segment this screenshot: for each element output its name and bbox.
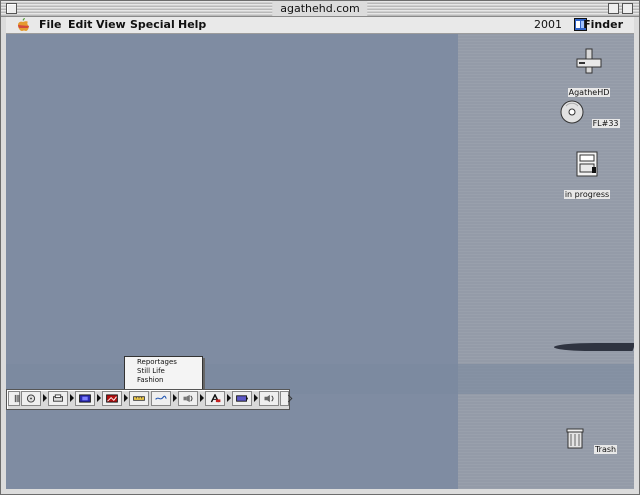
font-icon [210,394,221,403]
menu-edit[interactable]: Edit [68,18,92,32]
image-arrow[interactable] [124,394,128,402]
title-bar[interactable]: agathehd.com [1,1,639,17]
desktop-icon-label: AgatheHD [567,88,611,97]
popup-item-reportages[interactable]: Reportages [125,358,202,367]
desktop-icon-agathehd[interactable]: AgatheHD [554,48,624,99]
application-menu[interactable]: Finder [583,18,623,32]
popup-menu: Reportages Still Life Fashion [124,356,203,391]
trash-icon [566,428,584,449]
desktop-icon-fl33[interactable]: FL#33 [554,98,624,130]
desktop-icon-in-progress[interactable]: in progress [552,150,622,201]
desktop: AgatheHD FL#33 in progress Trash [6,34,634,489]
popup-item-still-life[interactable]: Still Life [125,367,202,376]
printer-icon [53,394,63,402]
ruler-icon [133,396,145,401]
desktop-icon-trash[interactable]: Trash [554,424,624,456]
collapse-box[interactable] [622,3,633,14]
desktop-icon-label: in progress [563,190,611,199]
finder-window: agathehd.com File Edit View Special Help… [0,0,640,495]
monitor-button[interactable] [75,391,95,406]
monitor-icon [79,394,91,403]
desktop-background-left [6,34,458,489]
zoom-box[interactable] [608,3,619,14]
network-button[interactable] [151,391,171,406]
menu-special[interactable]: Special [130,18,175,32]
popup-item-fashion[interactable]: Fashion [125,376,202,385]
image-button[interactable] [102,391,122,406]
close-box[interactable] [6,3,17,14]
desktop-icon-label: FL#33 [591,119,620,128]
zip-disk-icon [576,151,598,177]
battery-icon [236,395,248,402]
strip-toggle-button[interactable] [8,391,20,406]
cd-player-button[interactable] [21,391,41,406]
network-arrow[interactable] [173,394,177,402]
network-icon [155,395,167,400]
printer-arrow[interactable] [70,394,74,402]
control-strip[interactable] [6,389,293,410]
speaker-arrow[interactable] [200,394,204,402]
hard-drive-icon [576,48,602,74]
cd-player-arrow[interactable] [43,394,47,402]
battery-arrow[interactable] [254,394,258,402]
cd-icon [560,100,584,124]
apple-menu-icon[interactable] [16,18,30,32]
desktop-icon-label: Trash [593,445,618,454]
monitor-arrow[interactable] [97,394,101,402]
menu-view[interactable]: View [96,18,126,32]
font-button[interactable] [205,391,225,406]
strip-end-button[interactable] [280,391,293,406]
ruler-button[interactable] [129,391,149,406]
font-arrow[interactable] [227,394,231,402]
battery-button[interactable] [232,391,252,406]
volume-button[interactable] [259,391,279,406]
menu-clock[interactable]: 2001 [534,18,562,32]
speaker-button[interactable] [178,391,198,406]
menu-help[interactable]: Help [178,18,206,32]
image-icon [106,394,118,403]
printer-button[interactable] [48,391,68,406]
speaker-icon [183,394,193,403]
menu-bar: File Edit View Special Help 2001 Finder [6,17,634,34]
volume-icon [264,394,274,403]
cd-player-icon [26,394,36,403]
menu-file[interactable]: File [39,18,62,32]
strip-end-icon [287,394,293,403]
window-title: agathehd.com [272,1,368,16]
desktop-streak [552,343,634,351]
